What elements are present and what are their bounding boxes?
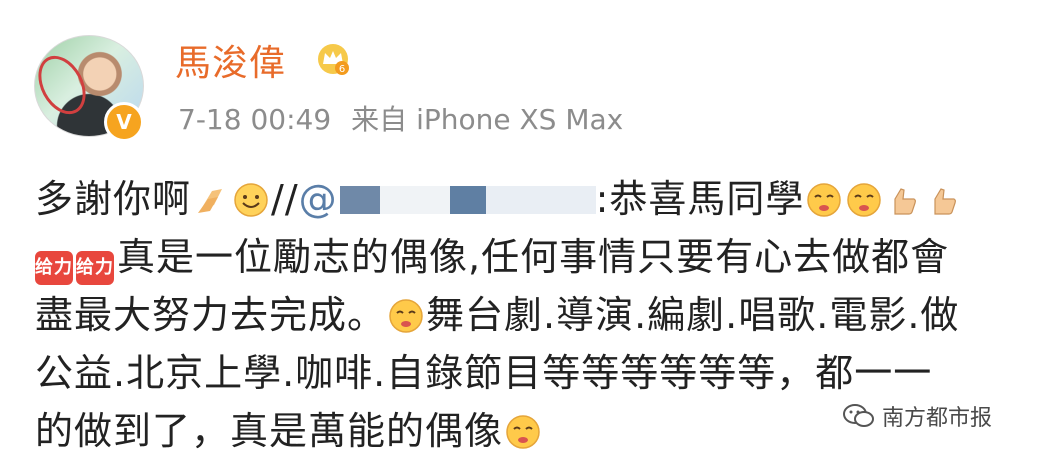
body-text-segment: 真是一位勵志的偶像,任何事情只要有心去做都會	[117, 235, 950, 279]
body-line-3: 盡最大努力去完成。 舞台劇.導演.編劇.唱歌.電影.做	[35, 286, 1035, 344]
body-text-segment: 舞台劇.導演.編劇.唱歌.電影.做	[426, 293, 960, 337]
author-name[interactable]: 馬浚偉	[175, 34, 286, 86]
body-text-segment: 多謝你啊	[35, 177, 192, 221]
body-text-segment: 盡最大努力去完成。	[35, 293, 387, 337]
tearful-face-emoji-icon	[506, 415, 540, 449]
tennis-racket-graphic	[35, 47, 96, 123]
redacted-block	[339, 186, 380, 214]
redacted-block	[485, 186, 596, 214]
folded-hands-emoji-icon	[198, 189, 223, 213]
body-text-segment: 的做到了，真是萬能的偶像	[35, 409, 504, 453]
timestamp: 7-18 00:49	[178, 103, 332, 136]
tearful-face-emoji-icon	[847, 183, 882, 217]
repost-slashes: //	[271, 177, 299, 221]
body-text-segment: :恭喜馬同學	[595, 177, 805, 221]
thumbs-up-emoji-icon	[894, 188, 917, 215]
body-line-4: 公益.北京上學.咖啡.自錄節目等等等等等等，都一一	[35, 344, 1035, 402]
post-meta: 7-18 00:49 来自 iPhone XS Max	[178, 98, 623, 138]
smile-emoji-icon	[234, 183, 268, 217]
geili-badge-icon: 给力	[76, 251, 114, 285]
body-text-segment: 公益.北京上學.咖啡.自錄節目等等等等等等，都一一	[35, 351, 933, 395]
thumbs-up-emoji-icon	[934, 188, 957, 215]
redacted-block	[449, 186, 486, 214]
redacted-block	[379, 186, 450, 214]
source-prefix: 来自	[351, 103, 408, 136]
watermark: 南方都市报	[842, 400, 992, 432]
wechat-icon	[843, 404, 874, 427]
geili-badge-icon: 给力	[35, 251, 73, 285]
svg-text:6: 6	[339, 64, 345, 75]
crown-level-icon: 6	[318, 44, 349, 75]
tearful-face-emoji-icon	[389, 299, 423, 333]
verified-badge-icon: V	[104, 102, 144, 142]
source-device: iPhone XS Max	[416, 103, 624, 136]
body-line-2: 给力 给力真是一位勵志的偶像,任何事情只要有心去做都會	[35, 228, 1035, 286]
mention-at[interactable]: @	[299, 177, 338, 221]
watermark-text: 南方都市报	[882, 406, 993, 431]
tearful-face-emoji-icon	[807, 183, 842, 217]
body-line-1: 多謝你啊 //@ :恭喜馬同學	[35, 170, 1035, 228]
